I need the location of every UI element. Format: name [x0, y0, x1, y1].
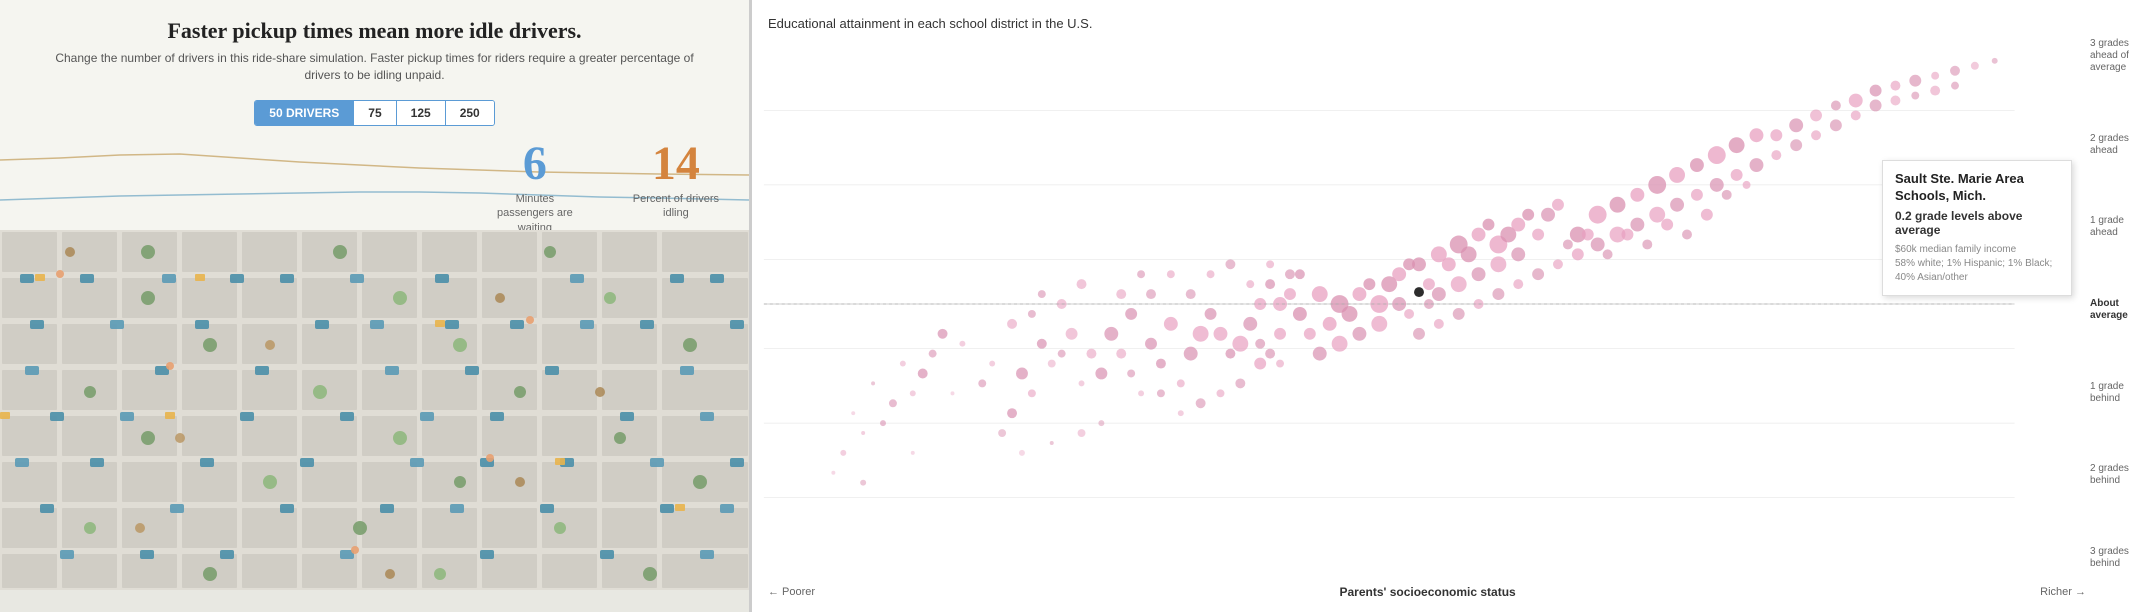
- tooltip-detail: $60k median family income 58% white; 1% …: [1895, 243, 2059, 285]
- stat-percent-label: Percent of driversidling: [633, 192, 719, 221]
- y-label-3-ahead: 3 gradesahead ofaverage: [2090, 38, 2129, 74]
- x-axis-bar: ← Poorer Parents' socioeconomic status R…: [768, 572, 2086, 612]
- left-header: Faster pickup times mean more idle drive…: [0, 0, 749, 90]
- stat-percent-number: 14: [633, 140, 719, 188]
- stat-minutes-number: 6: [497, 140, 573, 188]
- tooltip-grade-number: 0.2: [1895, 209, 1912, 223]
- scatter-plot-container: [752, 36, 2086, 572]
- y-label-2-behind: 2 gradesbehind: [2090, 463, 2129, 487]
- city-svg: [0, 230, 749, 590]
- driver-btn-50[interactable]: 50 DRIVERS: [255, 101, 354, 125]
- x-label-socioeconomic: Parents' socioeconomic status: [1339, 585, 1515, 599]
- left-panel: Faster pickup times mean more idle drive…: [0, 0, 750, 612]
- right-panel: Educational attainment in each school di…: [752, 0, 2146, 612]
- stat-minutes-label: Minutespassengers arewaiting: [497, 192, 573, 235]
- school-tooltip: Sault Ste. Marie Area Schools, Mich. 0.2…: [1882, 160, 2072, 296]
- city-simulation: [0, 230, 749, 612]
- y-label-2-ahead: 2 gradesahead: [2090, 133, 2129, 157]
- tooltip-title: Sault Ste. Marie Area Schools, Mich.: [1895, 171, 2059, 205]
- chart-title: Educational attainment in each school di…: [768, 16, 1092, 31]
- driver-btn-75[interactable]: 75: [354, 101, 396, 125]
- stat-minutes: 6 Minutespassengers arewaiting: [497, 140, 573, 235]
- y-axis-labels: 3 gradesahead ofaverage 2 gradesahead 1 …: [2086, 36, 2146, 572]
- driver-button-group: 50 DRIVERS 75 125 250: [254, 100, 494, 126]
- x-label-poorer: ← Poorer: [768, 586, 815, 598]
- tooltip-race2: 40% Asian/other: [1895, 272, 1968, 283]
- driver-btn-250[interactable]: 250: [446, 101, 494, 125]
- tooltip-income: $60k median family income: [1895, 244, 2016, 255]
- tooltip-race1: 58% white; 1% Hispanic; 1% Black;: [1895, 258, 2052, 269]
- stats-row: 6 Minutespassengers arewaiting 14 Percen…: [497, 140, 719, 235]
- x-label-richer: Richer →: [2040, 586, 2086, 598]
- line-chart-area: 6 Minutespassengers arewaiting 14 Percen…: [0, 130, 749, 230]
- stat-percent: 14 Percent of driversidling: [633, 140, 719, 235]
- scatter-svg: [752, 36, 2086, 572]
- left-title: Faster pickup times mean more idle drive…: [40, 18, 709, 44]
- tooltip-grade: 0.2 grade levels above average: [1895, 209, 2059, 237]
- y-label-average: Aboutaverage: [2090, 298, 2128, 322]
- driver-btn-125[interactable]: 125: [397, 101, 446, 125]
- y-label-1-ahead: 1 gradeahead: [2090, 215, 2124, 239]
- tooltip-grade-suffix: grade levels above average: [1895, 209, 2022, 237]
- y-label-3-behind: 3 gradesbehind: [2090, 546, 2129, 570]
- y-label-1-behind: 1 gradebehind: [2090, 381, 2124, 405]
- left-subtitle: Change the number of drivers in this rid…: [40, 50, 709, 84]
